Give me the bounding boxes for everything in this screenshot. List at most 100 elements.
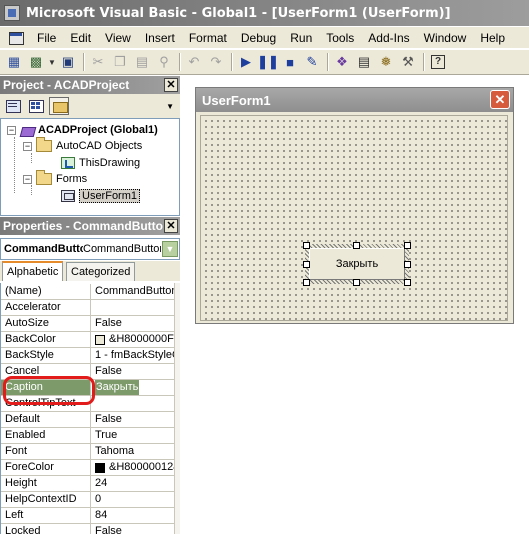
property-value[interactable]: 24 (92, 476, 175, 491)
property-value[interactable]: Tahoma (92, 444, 175, 459)
property-row-height[interactable]: Height 24 (1, 476, 175, 492)
redo-icon[interactable]: ↷ (206, 52, 226, 72)
vba-app-icon[interactable] (4, 5, 20, 21)
property-row-name[interactable]: (Name) CommandButton1 (1, 284, 175, 300)
menu-add-ins[interactable]: Add-Ins (361, 31, 416, 45)
menu-edit[interactable]: Edit (63, 31, 98, 45)
close-icon[interactable]: ✕ (490, 90, 510, 109)
resize-handle-bottom[interactable] (353, 279, 360, 286)
reset-icon[interactable]: ■ (280, 52, 300, 72)
menu-file[interactable]: File (30, 31, 63, 45)
tree-node-forms[interactable]: − Forms (23, 170, 87, 187)
properties-close-button[interactable]: ✕ (164, 219, 178, 233)
properties-scrollbar[interactable] (174, 283, 180, 534)
userform-canvas[interactable] (200, 115, 508, 321)
property-value[interactable]: Закрыть (92, 380, 175, 395)
vba-project-icon (20, 123, 34, 137)
property-value[interactable] (92, 300, 175, 315)
property-row-autosize[interactable]: AutoSize False (1, 316, 175, 332)
tree-node-root[interactable]: − ACADProject (Global1) (7, 122, 158, 138)
chevron-down-icon[interactable]: ▼ (162, 241, 178, 257)
resize-handle-bottom-left[interactable] (303, 279, 310, 286)
resize-handle-right[interactable] (404, 261, 411, 268)
save-icon[interactable]: ▣ (58, 52, 78, 72)
resize-handle-top[interactable] (353, 242, 360, 249)
view-autocad-icon[interactable]: ▦ (4, 52, 24, 72)
property-row-helpcontextid[interactable]: HelpContextID 0 (1, 492, 175, 508)
property-value[interactable] (92, 396, 175, 411)
userform-designer-window[interactable]: UserForm1 ✕ (195, 87, 514, 324)
property-value[interactable]: False (92, 316, 175, 331)
property-row-controltiptext[interactable]: ControlTipText (1, 396, 175, 412)
property-row-cancel[interactable]: Cancel False (1, 364, 175, 380)
mdi-window-icon[interactable] (8, 30, 24, 46)
toolbar-options-icon[interactable]: ▼ (166, 102, 174, 111)
property-value[interactable]: 1 - fmBackStyleOpaque (92, 348, 175, 363)
menu-run[interactable]: Run (283, 31, 319, 45)
menu-debug[interactable]: Debug (234, 31, 283, 45)
insert-userform-icon[interactable]: ▩ (26, 52, 46, 72)
collapse-icon[interactable]: − (23, 174, 32, 184)
menu-view[interactable]: View (98, 31, 138, 45)
property-row-left[interactable]: Left 84 (1, 508, 175, 524)
property-value[interactable]: &H80000012& (92, 460, 175, 475)
property-row-enabled[interactable]: Enabled True (1, 428, 175, 444)
project-explorer-icon[interactable]: ❖ (332, 52, 352, 72)
cut-icon[interactable]: ✂ (88, 52, 108, 72)
menu-format[interactable]: Format (182, 31, 234, 45)
menu-insert[interactable]: Insert (138, 31, 182, 45)
view-code-icon[interactable] (3, 97, 23, 115)
project-close-button[interactable]: ✕ (164, 78, 178, 92)
tree-node-autocad-objects[interactable]: − AutoCAD Objects (23, 137, 142, 154)
tab-categorized[interactable]: Categorized (66, 262, 136, 281)
toolbox-icon[interactable]: ⚒ (398, 52, 418, 72)
property-value[interactable]: False (92, 412, 175, 427)
resize-handle-left[interactable] (303, 261, 310, 268)
resize-handle-top-right[interactable] (404, 242, 411, 249)
property-row-font[interactable]: Font Tahoma (1, 444, 175, 460)
object-selector-dropdown[interactable]: CommandButton1 CommandButton ▼ (0, 238, 180, 260)
tab-alphabetic[interactable]: Alphabetic (2, 261, 64, 281)
help-icon[interactable]: ? (428, 52, 448, 72)
run-icon[interactable]: ▶ (236, 52, 256, 72)
property-value[interactable]: CommandButton1 (92, 284, 175, 299)
property-row-caption[interactable]: Caption Закрыть (1, 380, 175, 396)
properties-window-icon[interactable]: ▤ (354, 52, 374, 72)
undo-icon[interactable]: ↶ (184, 52, 204, 72)
collapse-icon[interactable]: − (23, 141, 32, 151)
copy-icon[interactable]: ❐ (110, 52, 130, 72)
property-value[interactable]: False (92, 364, 175, 379)
drawing-object-icon (61, 157, 75, 169)
menu-help[interactable]: Help (473, 31, 512, 45)
command-button[interactable]: Закрыть (303, 242, 411, 286)
property-row-backcolor[interactable]: BackColor &H8000000F& (1, 332, 175, 348)
view-object-icon[interactable] (26, 97, 46, 115)
property-value[interactable]: 84 (92, 508, 175, 523)
property-row-locked[interactable]: Locked False (1, 524, 175, 534)
property-value[interactable]: &H8000000F& (92, 332, 175, 347)
paste-icon[interactable]: ▤ (132, 52, 152, 72)
resize-handle-top-left[interactable] (303, 242, 310, 249)
command-button-face[interactable]: Закрыть (309, 248, 405, 280)
property-value[interactable]: 0 (92, 492, 175, 507)
property-value-text: False (95, 317, 122, 329)
find-icon[interactable]: ⚲ (154, 52, 174, 72)
folder-icon (36, 137, 52, 152)
toggle-folders-icon[interactable] (49, 97, 69, 115)
property-value[interactable]: True (92, 428, 175, 443)
property-row-forecolor[interactable]: ForeColor &H80000012& (1, 460, 175, 476)
design-mode-icon[interactable]: ✎ (302, 52, 322, 72)
menu-window[interactable]: Window (417, 31, 474, 45)
property-value[interactable]: False (92, 524, 175, 534)
menu-tools[interactable]: Tools (319, 31, 361, 45)
property-row-accelerator[interactable]: Accelerator (1, 300, 175, 316)
property-row-default[interactable]: Default False (1, 412, 175, 428)
insert-dropdown-icon[interactable]: ▼ (48, 58, 56, 67)
tree-node-thisdrawing[interactable]: ThisDrawing (61, 155, 140, 171)
tree-node-userform1[interactable]: UserForm1 (61, 188, 141, 204)
break-icon[interactable]: ❚❚ (257, 52, 279, 72)
object-browser-icon[interactable]: ❅ (376, 52, 396, 72)
collapse-icon[interactable]: − (7, 125, 16, 135)
resize-handle-bottom-right[interactable] (404, 279, 411, 286)
property-row-backstyle[interactable]: BackStyle 1 - fmBackStyleOpaque (1, 348, 175, 364)
